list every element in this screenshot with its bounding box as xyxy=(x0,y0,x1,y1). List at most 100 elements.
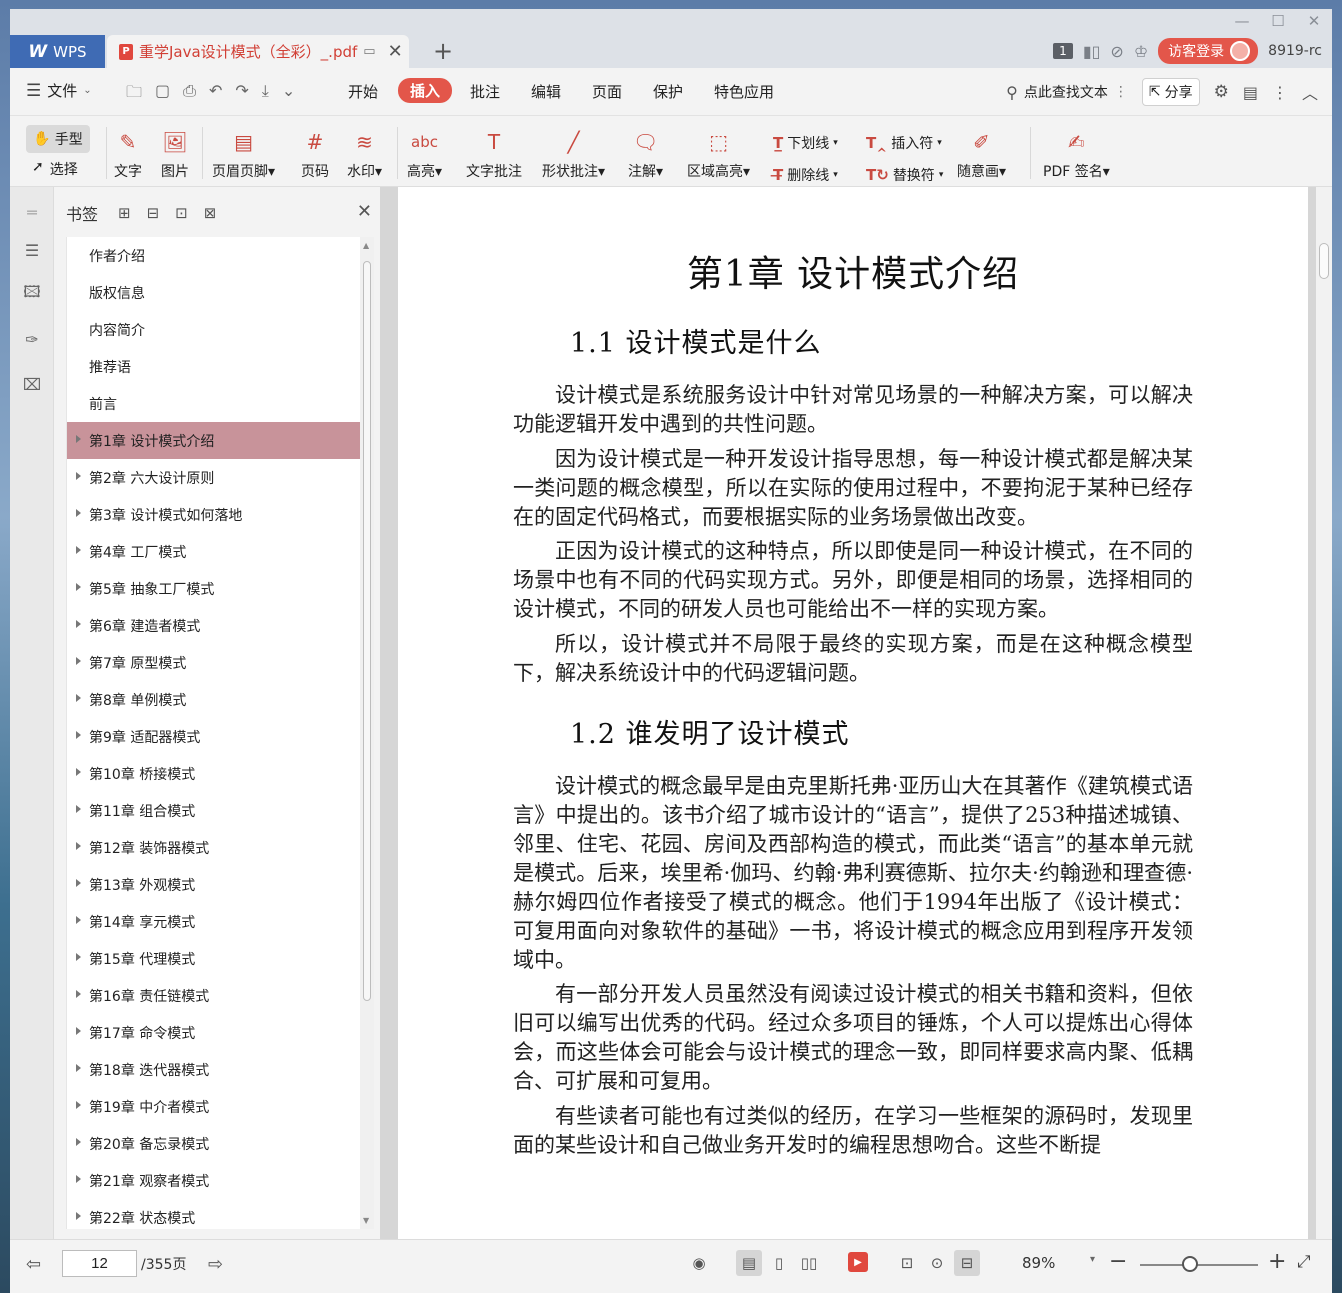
bookmark-item[interactable]: 第7章 原型模式 xyxy=(67,644,360,681)
bookmark-item[interactable]: 第4章 工厂模式 xyxy=(67,533,360,570)
expand-arrow-icon[interactable] xyxy=(76,731,81,739)
menu-features[interactable]: 特色应用 xyxy=(714,81,774,102)
chat-icon[interactable]: ▤ xyxy=(1243,83,1258,102)
highlight-tool[interactable]: abc 高亮▾ xyxy=(407,127,442,181)
search-box[interactable]: ⚲ 点此查找文本 ⋮ xyxy=(1006,82,1128,102)
scroll-up-icon[interactable]: ▲ xyxy=(363,241,369,250)
menu-edit[interactable]: 编辑 xyxy=(531,81,561,102)
bookmark-scroll-thumb[interactable] xyxy=(363,261,371,1001)
expand-arrow-icon[interactable] xyxy=(76,546,81,554)
expand-arrow-icon[interactable] xyxy=(76,1064,81,1072)
prev-page-icon[interactable]: ⇦ xyxy=(26,1254,41,1275)
document-tab[interactable]: P 重学Java设计模式（全彩）_.pdf ▭ ✕ xyxy=(107,35,409,68)
bookmark-item[interactable]: 第6章 建造者模式 xyxy=(67,607,360,644)
actual-size-icon[interactable]: ⊡ xyxy=(894,1250,920,1276)
replace-mark-tool[interactable]: T↻ 替换符 ▾ xyxy=(866,165,943,185)
bookmark-item[interactable]: 第17章 命令模式 xyxy=(67,1014,360,1051)
bookmark-item[interactable]: 第20章 备忘录模式 xyxy=(67,1125,360,1162)
bookmark-options-icon[interactable]: ⊠ xyxy=(204,204,217,222)
image-tool[interactable]: 🖼 图片 xyxy=(160,127,190,181)
add-bookmark-icon[interactable]: ⊞ xyxy=(118,204,131,222)
bookmark-item[interactable]: 版权信息 xyxy=(67,274,360,311)
annotation-tool[interactable]: 🗨 注解▾ xyxy=(628,127,663,181)
zoom-in-icon[interactable]: + xyxy=(1268,1249,1286,1274)
fit-page-icon[interactable]: ⊙ xyxy=(924,1250,950,1276)
share-button[interactable]: ⇱ 分享 xyxy=(1141,78,1200,106)
strikethrough-tool[interactable]: T̶ 删除线 ▾ xyxy=(773,165,838,185)
shield-icon[interactable]: ⊘ xyxy=(1110,42,1123,61)
minimize-icon[interactable]: — xyxy=(1224,9,1260,33)
expand-arrow-icon[interactable] xyxy=(76,990,81,998)
page-number-input[interactable]: 12 xyxy=(62,1250,137,1277)
login-button[interactable]: 访客登录 xyxy=(1158,38,1259,64)
close-panel-icon[interactable]: ✕ xyxy=(357,201,372,222)
expand-arrow-icon[interactable] xyxy=(76,435,81,443)
bookmark-list-icon[interactable]: ☰ xyxy=(21,239,43,261)
double-page-icon[interactable]: ▯▯ xyxy=(796,1250,822,1276)
bookmark-item[interactable]: 第2章 六大设计原则 xyxy=(67,459,360,496)
bookmark-item[interactable]: 第8章 单例模式 xyxy=(67,681,360,718)
insert-mark-tool[interactable]: T‸ 插入符 ▾ xyxy=(866,133,942,153)
export-icon[interactable]: ⤓ xyxy=(262,81,269,108)
expand-arrow-icon[interactable] xyxy=(76,620,81,628)
menu-page[interactable]: 页面 xyxy=(592,81,622,102)
file-menu[interactable]: ☰ 文件 ⌄ xyxy=(26,80,92,101)
fit-width-icon[interactable]: ⊟ xyxy=(954,1250,980,1276)
play-icon[interactable]: ▶ xyxy=(848,1252,868,1272)
open-folder-icon[interactable]: 🗀 xyxy=(126,81,142,108)
expand-arrow-icon[interactable] xyxy=(76,472,81,480)
menu-comment[interactable]: 批注 xyxy=(470,81,500,102)
more-dropdown-icon[interactable]: ⌄ xyxy=(282,81,295,108)
bookmark-item[interactable]: 作者介绍 xyxy=(67,237,360,274)
menu-insert[interactable]: 插入 xyxy=(398,78,453,103)
bookmark-item[interactable]: 第19章 中介者模式 xyxy=(67,1088,360,1125)
expand-arrow-icon[interactable] xyxy=(76,1101,81,1109)
add-child-bookmark-icon[interactable]: ⊟ xyxy=(147,204,160,222)
bookmark-item[interactable]: 第13章 外观模式 xyxy=(67,866,360,903)
bookmark-item[interactable]: 第9章 适配器模式 xyxy=(67,718,360,755)
wps-home-tab[interactable]: W WPS xyxy=(10,35,105,68)
bookmark-item[interactable]: 第18章 迭代器模式 xyxy=(67,1051,360,1088)
bookmark-item[interactable]: 第1章 设计模式介绍 xyxy=(67,422,360,459)
bookmark-item[interactable]: 内容简介 xyxy=(67,311,360,348)
expand-arrow-icon[interactable] xyxy=(76,694,81,702)
bookmark-item[interactable]: 推荐语 xyxy=(67,348,360,385)
collapse-ribbon-icon[interactable]: ︿ xyxy=(1302,80,1318,104)
pdf-sign-tool[interactable]: ✍ PDF 签名▾ xyxy=(1043,127,1110,181)
single-page-icon[interactable]: ▯ xyxy=(766,1250,792,1276)
signature-panel-icon[interactable]: ⌧ xyxy=(21,373,43,395)
text-tool[interactable]: ✎ 文字 xyxy=(113,127,143,181)
close-window-icon[interactable]: ✕ xyxy=(1296,9,1332,33)
document-scrollbar[interactable] xyxy=(1316,187,1332,1239)
shirt-icon[interactable]: ♔ xyxy=(1134,42,1148,61)
select-tool-button[interactable]: ➚ 选择 xyxy=(32,159,78,179)
expand-arrow-icon[interactable] xyxy=(76,509,81,517)
underline-tool[interactable]: T̲ 下划线 ▾ xyxy=(773,133,838,153)
zoom-dropdown-icon[interactable]: ▾ xyxy=(1090,1254,1095,1265)
zoom-slider-handle[interactable] xyxy=(1181,1256,1198,1272)
expand-arrow-icon[interactable] xyxy=(76,1175,81,1183)
fullscreen-icon[interactable]: ⤢ xyxy=(1297,1252,1311,1272)
watermark-tool[interactable]: ≋ 水印▾ xyxy=(347,127,382,181)
expand-arrow-icon[interactable] xyxy=(76,1027,81,1035)
expand-arrow-icon[interactable] xyxy=(76,1212,81,1220)
bookmark-scrollbar[interactable]: ▲ ▼ xyxy=(360,237,374,1229)
next-page-icon[interactable]: ⇨ xyxy=(208,1254,223,1275)
thumbnail-icon[interactable]: 🖾 xyxy=(21,282,43,305)
more-icon[interactable]: ⋮ xyxy=(1272,83,1288,102)
expand-arrow-icon[interactable] xyxy=(76,953,81,961)
zoom-slider[interactable] xyxy=(1140,1264,1258,1266)
maximize-icon[interactable]: ☐ xyxy=(1260,9,1296,33)
expand-arrow-icon[interactable] xyxy=(76,1138,81,1146)
area-highlight-tool[interactable]: ⬚ 区域高亮▾ xyxy=(687,127,750,181)
bookmark-item[interactable]: 第16章 责任链模式 xyxy=(67,977,360,1014)
zoom-level[interactable]: 89% xyxy=(1022,1254,1055,1272)
expand-arrow-icon[interactable] xyxy=(76,768,81,776)
bookmark-item[interactable]: 第10章 桥接模式 xyxy=(67,755,360,792)
bookmark-item[interactable]: 第15章 代理模式 xyxy=(67,940,360,977)
expand-arrow-icon[interactable] xyxy=(76,583,81,591)
expand-arrow-icon[interactable] xyxy=(76,879,81,887)
continuous-view-icon[interactable]: ▤ xyxy=(736,1250,762,1276)
scroll-down-icon[interactable]: ▼ xyxy=(363,1216,369,1225)
shape-comment-tool[interactable]: ╱ 形状批注▾ xyxy=(542,127,605,181)
